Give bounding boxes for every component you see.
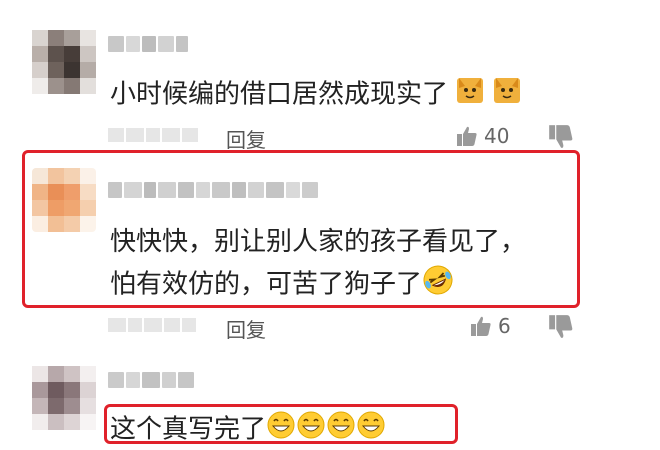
comment-text: 小时候编的借口居然成现实了 xyxy=(110,76,521,114)
dislike-button[interactable] xyxy=(548,314,574,344)
comment-body: 这个真写完了 xyxy=(110,414,267,445)
cat-face-icon xyxy=(493,76,521,114)
comment-text: 快快快，别让别人家的孩子看见了， 怕有效仿的，可苦了狗子了 xyxy=(110,224,526,306)
thumbs-down-icon xyxy=(549,125,573,148)
avatar[interactable] xyxy=(32,30,96,94)
username[interactable] xyxy=(108,182,318,198)
timestamp xyxy=(108,318,196,332)
comment-text: 这个真写完了 xyxy=(110,410,386,450)
avatar[interactable] xyxy=(32,168,96,232)
comment-body: 怕有效仿的，可苦了狗子了 xyxy=(110,269,423,300)
like-count: 40 xyxy=(484,124,510,148)
comment-line-1: 快快快，别让别人家的孩子看见了， xyxy=(110,227,527,257)
grinning-face-icon xyxy=(296,410,326,450)
thumbs-up-icon xyxy=(471,316,491,336)
username[interactable] xyxy=(108,36,188,52)
avatar[interactable] xyxy=(32,366,96,430)
reply-button[interactable]: 回复 xyxy=(226,124,266,153)
like-count: 6 xyxy=(498,314,511,338)
grinning-face-icon xyxy=(266,410,296,450)
timestamp xyxy=(108,128,198,142)
cat-face-icon xyxy=(456,76,484,114)
thumbs-down-icon xyxy=(549,315,573,338)
reply-button[interactable]: 回复 xyxy=(226,314,266,343)
like-button[interactable]: 6 xyxy=(470,314,511,338)
comment-body: 小时候编的借口居然成现实了 xyxy=(110,79,449,110)
grinning-face-icon xyxy=(326,410,356,450)
comment-line-2: 怕有效仿的，可苦了狗子了 xyxy=(110,264,526,306)
rolling-laughing-face-icon xyxy=(422,264,454,306)
thumbs-up-icon xyxy=(457,126,477,146)
grinning-face-icon xyxy=(356,410,386,450)
username[interactable] xyxy=(108,372,194,388)
like-button[interactable]: 40 xyxy=(456,124,509,148)
